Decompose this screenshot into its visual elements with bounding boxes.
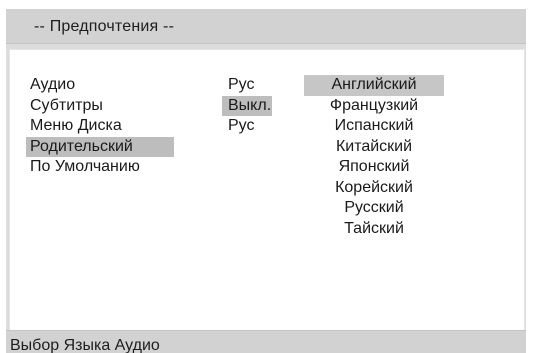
language-option-8[interactable]: Тайский: [304, 219, 444, 240]
setting-value-5: [222, 157, 272, 178]
language-list: Английский Французкий Испанский Китайский Яп…: [304, 75, 444, 239]
setting-values-list: Рус Выкл. Рус: [222, 75, 272, 178]
language-option-6[interactable]: Корейский: [304, 178, 444, 199]
setting-item-5[interactable]: По Умолчанию: [26, 157, 174, 178]
osd-screen: -- Предпочтения -- Аудио Субтитры Меню Дис…: [0, 0, 534, 353]
language-option-1[interactable]: Английский: [304, 75, 444, 96]
setting-value-3[interactable]: Рус: [222, 116, 272, 137]
setting-value-1[interactable]: Рус: [222, 75, 272, 96]
setting-item-4[interactable]: Родительский: [26, 136, 174, 157]
setting-item-3[interactable]: Меню Диска: [26, 116, 174, 137]
title-bar: -- Предпочтения --: [6, 9, 526, 44]
language-option-2[interactable]: Французкий: [304, 96, 444, 117]
language-option-4[interactable]: Китайский: [304, 137, 444, 158]
menu-content: Аудио Субтитры Меню Диска Родительский По Ум…: [9, 49, 525, 332]
page-title: -- Предпочтения --: [34, 18, 175, 35]
language-option-3[interactable]: Испанский: [304, 116, 444, 137]
setting-value-4: [222, 137, 272, 158]
language-option-7[interactable]: Русский: [304, 198, 444, 219]
setting-item-2[interactable]: Субтитры: [26, 96, 174, 117]
setting-item-1[interactable]: Аудио: [26, 75, 174, 96]
status-bar: Выбор Языка Аудио: [6, 330, 526, 353]
language-option-5[interactable]: Японский: [304, 157, 444, 178]
status-text: Выбор Языка Аудио: [10, 337, 160, 353]
settings-list: Аудио Субтитры Меню Диска Родительский По Ум…: [26, 75, 174, 178]
setting-value-2[interactable]: Выкл.: [222, 95, 272, 116]
